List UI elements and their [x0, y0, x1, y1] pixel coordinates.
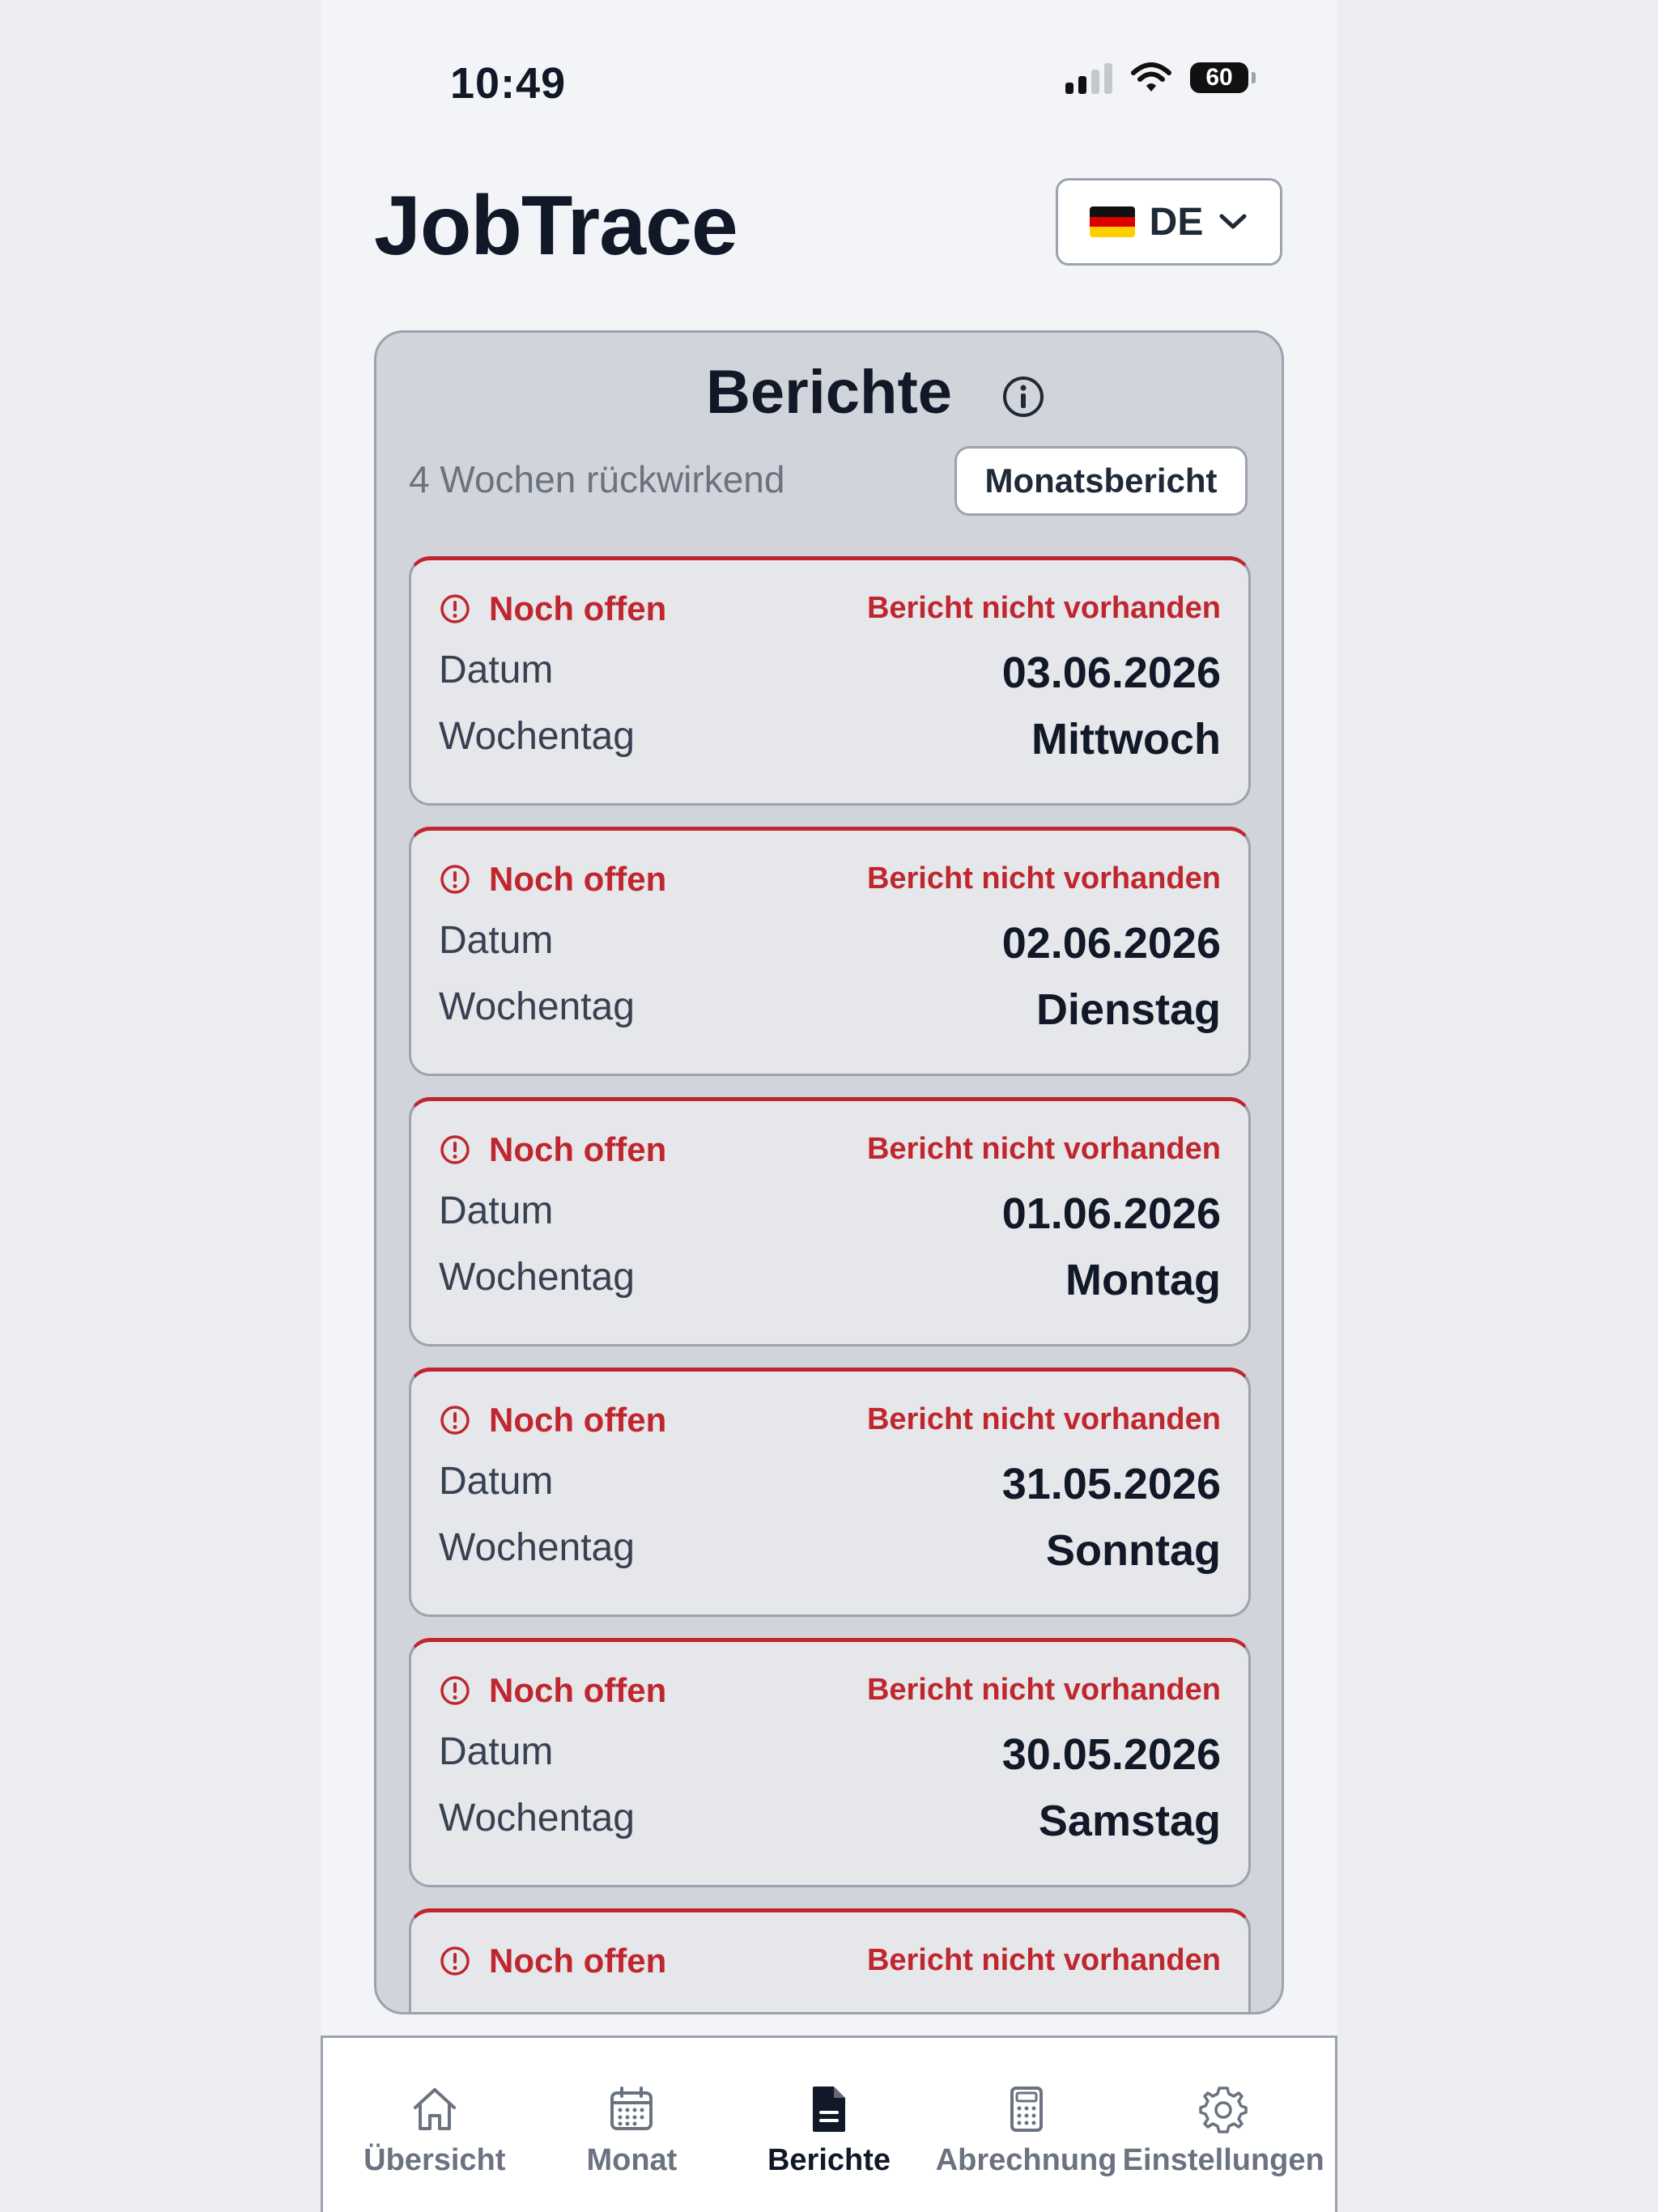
- nav-label: Berichte: [767, 2143, 891, 2177]
- germany-flag-icon: [1089, 206, 1135, 237]
- date-value: 30.05.2026: [1001, 1730, 1221, 1779]
- weekday-value: Montag: [1065, 1256, 1221, 1304]
- card-status-label: Noch offen: [489, 589, 667, 627]
- panel-title: Berichte: [705, 358, 953, 427]
- app-screen: 10:49 60 JobTrace DE Berichte 4 Wochen r…: [321, 0, 1337, 2212]
- battery-icon: 60: [1190, 62, 1256, 93]
- weekday-label: Wochentag: [439, 715, 635, 758]
- alert-circle-icon: [440, 594, 470, 623]
- status-icons: 60: [1065, 62, 1256, 94]
- status-bar: 10:49 60: [321, 0, 1337, 146]
- weekday-value: Sonntag: [1046, 1526, 1221, 1575]
- date-value: 31.05.2026: [1001, 1460, 1221, 1508]
- nav-label: Monat: [586, 2143, 678, 2177]
- weekday-label: Wochentag: [439, 985, 635, 1028]
- card-status: Noch offen: [439, 860, 666, 899]
- alert-circle-icon: [440, 1676, 470, 1705]
- battery-level: 60: [1205, 64, 1233, 91]
- card-status-label: Noch offen: [489, 860, 667, 898]
- chevron-down-icon: [1219, 214, 1247, 229]
- cellular-signal-icon: [1065, 62, 1112, 94]
- weekday-value: Mittwoch: [1031, 715, 1221, 764]
- card-status: Noch offen: [439, 589, 666, 628]
- date-label: Datum: [439, 1460, 554, 1503]
- date-value: 02.06.2026: [1001, 919, 1221, 968]
- document-icon: [812, 2087, 845, 2132]
- weekday-value: Samstag: [1038, 1797, 1221, 1845]
- calculator-icon: [1010, 2087, 1043, 2132]
- alert-circle-icon: [440, 1946, 470, 1976]
- report-card[interactable]: Noch offen Bericht nicht vorhanden Datum…: [409, 827, 1251, 1076]
- language-select[interactable]: DE: [1056, 178, 1282, 266]
- reports-panel: Berichte 4 Wochen rückwirkend Monatsberi…: [374, 330, 1284, 2014]
- card-note: Bericht nicht vorhanden: [866, 591, 1221, 625]
- wifi-icon: [1131, 62, 1171, 91]
- date-value: 01.06.2026: [1001, 1189, 1221, 1238]
- calendar-icon: [610, 2087, 653, 2130]
- card-status: Noch offen: [439, 1130, 666, 1169]
- weekday-label: Wochentag: [439, 1526, 635, 1569]
- card-status: Noch offen: [439, 1942, 666, 1980]
- card-status-label: Noch offen: [489, 1671, 667, 1709]
- alert-circle-icon: [440, 1406, 470, 1435]
- card-note: Bericht nicht vorhanden: [866, 861, 1221, 895]
- info-icon[interactable]: [1001, 375, 1045, 419]
- alert-circle-icon: [440, 865, 470, 894]
- card-note: Bericht nicht vorhanden: [866, 1673, 1221, 1707]
- date-label: Datum: [439, 1189, 554, 1232]
- alert-circle-icon: [440, 1135, 470, 1164]
- monthly-report-button[interactable]: Monatsbericht: [954, 446, 1248, 516]
- nav-item-reports[interactable]: Berichte: [732, 2038, 926, 2212]
- weekday-label: Wochentag: [439, 1256, 635, 1299]
- card-note: Bericht nicht vorhanden: [866, 1402, 1221, 1436]
- card-note: Bericht nicht vorhanden: [866, 1943, 1221, 1977]
- nav-item-overview[interactable]: Übersicht: [338, 2038, 532, 2212]
- card-status-label: Noch offen: [489, 1130, 667, 1168]
- report-card[interactable]: Noch offen Bericht nicht vorhanden Datum…: [409, 556, 1251, 806]
- card-status: Noch offen: [439, 1401, 666, 1440]
- nav-label: Übersicht: [363, 2143, 506, 2177]
- card-status: Noch offen: [439, 1671, 666, 1710]
- weekday-value: Dienstag: [1035, 985, 1221, 1034]
- home-icon: [413, 2088, 456, 2130]
- date-label: Datum: [439, 1730, 554, 1773]
- card-note: Bericht nicht vorhanden: [866, 1132, 1221, 1166]
- card-status-label: Noch offen: [489, 1942, 667, 1980]
- status-time: 10:49: [450, 59, 567, 108]
- date-label: Datum: [439, 919, 554, 962]
- reports-subtitle: 4 Wochen rückwirkend: [409, 458, 785, 500]
- report-card[interactable]: Noch offen Bericht nicht vorhanden: [409, 1908, 1251, 2012]
- app-title: JobTrace: [374, 179, 738, 273]
- bottom-nav: Übersicht Monat Berichte Abrechnung Eins…: [321, 2035, 1337, 2212]
- nav-item-billing[interactable]: Abrechnung: [929, 2038, 1124, 2212]
- nav-label: Abrechnung: [935, 2143, 1117, 2177]
- report-card[interactable]: Noch offen Bericht nicht vorhanden Datum…: [409, 1368, 1251, 1617]
- language-code: DE: [1149, 200, 1204, 244]
- card-status-label: Noch offen: [489, 1401, 667, 1439]
- nav-item-settings[interactable]: Einstellungen: [1123, 2038, 1324, 2212]
- date-value: 03.06.2026: [1001, 649, 1221, 697]
- report-card[interactable]: Noch offen Bericht nicht vorhanden Datum…: [409, 1638, 1251, 1887]
- report-card[interactable]: Noch offen Bericht nicht vorhanden Datum…: [409, 1097, 1251, 1346]
- gear-icon: [1199, 2087, 1248, 2133]
- date-label: Datum: [439, 649, 554, 691]
- weekday-label: Wochentag: [439, 1797, 635, 1840]
- nav-label: Einstellungen: [1122, 2143, 1324, 2177]
- nav-item-month[interactable]: Monat: [534, 2038, 729, 2212]
